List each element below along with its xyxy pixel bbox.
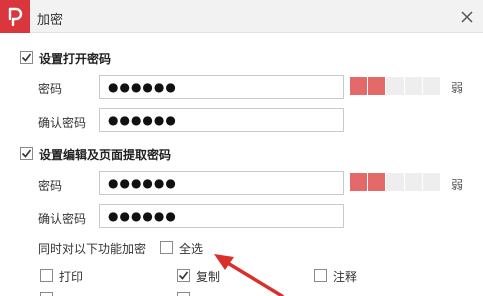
strength-segment	[368, 173, 386, 191]
checkmark-icon	[21, 149, 32, 158]
edit-confirm-input[interactable]: ●●●●●●	[99, 204, 344, 228]
strength-segment	[386, 77, 404, 95]
open-password-strength-meter	[350, 77, 441, 95]
annotate-checkbox[interactable]	[314, 269, 327, 282]
checkmark-icon	[21, 53, 32, 62]
edit-confirm-label: 确认密码	[38, 212, 87, 226]
edit-password-section-label: 设置编辑及页面提取密码	[39, 148, 172, 162]
encrypt-dialog: 加密 设置打开密码 密码 ●●●●●● 弱 确认密码 ●●●●●● 设置编辑及页…	[0, 0, 483, 296]
open-password-label: 密码	[38, 82, 63, 96]
edit-password-strength-meter	[350, 173, 441, 191]
annotate-label: 注释	[333, 270, 358, 284]
close-icon	[461, 11, 473, 23]
strength-segment	[350, 173, 368, 191]
open-confirm-label: 确认密码	[38, 116, 87, 130]
strength-segment	[404, 173, 422, 191]
edit-password-label: 密码	[38, 179, 63, 193]
edit-password-strength-text: 弱	[451, 178, 464, 192]
open-password-input[interactable]: ●●●●●●	[99, 75, 344, 99]
open-password-checkbox[interactable]	[20, 51, 33, 64]
open-password-section-label: 设置打开密码	[39, 52, 112, 66]
strength-segment	[422, 173, 441, 191]
strength-segment	[368, 77, 386, 95]
edit-password-input[interactable]: ●●●●●●	[99, 171, 344, 195]
checkmark-icon	[178, 271, 189, 280]
select-all-checkbox[interactable]	[160, 241, 173, 254]
print-checkbox[interactable]	[40, 269, 53, 282]
app-logo-icon	[0, 0, 30, 33]
close-button[interactable]	[457, 7, 477, 27]
title-bar: 加密	[0, 0, 483, 33]
strength-segment	[386, 173, 404, 191]
permissions-intro-label: 同时对以下功能加密	[38, 242, 147, 256]
copy-checkbox[interactable]	[177, 269, 190, 282]
strength-segment	[404, 77, 422, 95]
strength-segment	[422, 77, 441, 95]
list-item-checkbox[interactable]	[177, 292, 190, 296]
select-all-label: 全选	[179, 242, 204, 256]
edit-password-checkbox[interactable]	[20, 147, 33, 160]
list-item-checkbox[interactable]	[40, 292, 53, 296]
copy-label: 复制	[196, 270, 221, 284]
print-label: 打印	[59, 270, 84, 284]
window-title: 加密	[37, 13, 64, 28]
strength-segment	[350, 77, 368, 95]
open-confirm-input[interactable]: ●●●●●●	[99, 108, 344, 132]
open-password-strength-text: 弱	[451, 81, 464, 95]
